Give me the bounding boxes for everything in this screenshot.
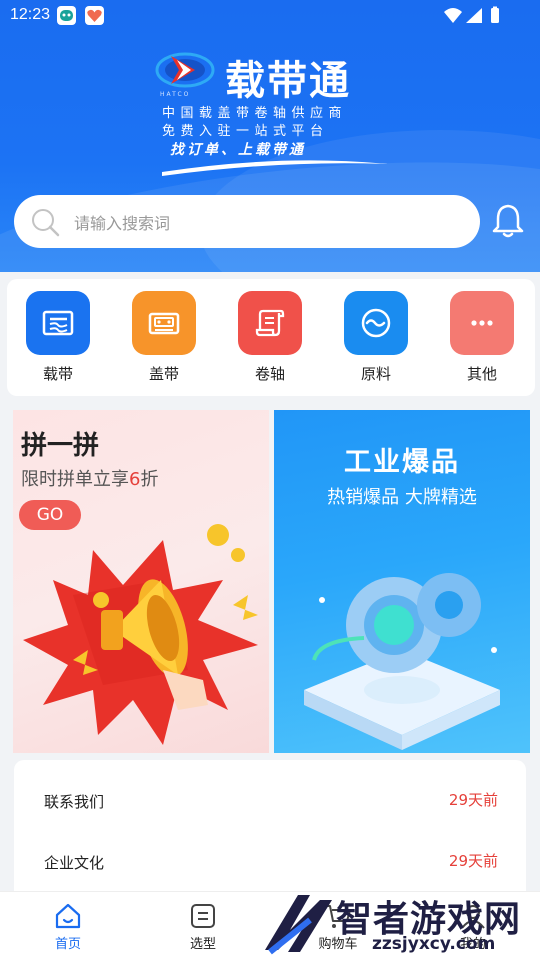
news-time: 29天前	[448, 852, 498, 870]
group-buy-subtitle: 限时拼单立享6折	[21, 465, 158, 491]
tape-icon	[26, 291, 90, 355]
news-title: 联系我们	[44, 793, 105, 811]
tagline: 免费入驻一站式平台	[162, 124, 329, 139]
category-label: 卷轴	[254, 365, 285, 383]
site-watermark: 智者游戏网 zzsjyxcy.com	[260, 890, 540, 960]
cassette-icon	[132, 291, 196, 355]
wifi-icon	[444, 8, 462, 23]
status-indicators	[442, 6, 512, 30]
category-item-cover-tape[interactable]: 盖带	[124, 291, 204, 391]
group-buy-banner[interactable]: 拼一拼 限时拼单立享6折 GO	[13, 410, 269, 753]
scroll-icon	[238, 291, 302, 355]
select-icon	[191, 904, 215, 928]
watermark-url: zzsjyxcy.com	[372, 934, 496, 954]
industrial-hot-banner[interactable]: 工业爆品 热销爆品 大牌精选	[274, 410, 530, 753]
list-item[interactable]: 联系我们 29天前	[44, 787, 498, 817]
tab-home[interactable]: 首页	[23, 902, 113, 952]
group-buy-subtitle-suffix: 折	[140, 469, 159, 490]
category-item-reel[interactable]: 卷轴	[230, 291, 310, 391]
slogan-swoosh	[162, 160, 388, 176]
more-icon	[450, 291, 514, 355]
watermark-logo-icon	[265, 895, 332, 955]
news-title: 企业文化	[44, 854, 105, 872]
tagline: 中国载盖带卷轴供应商	[162, 106, 348, 121]
category-item-material[interactable]: 原料	[336, 291, 416, 391]
brand-logo-subtext: HATCO	[160, 91, 191, 98]
category-item-other[interactable]: 其他	[442, 291, 522, 391]
bell-icon[interactable]	[491, 203, 525, 239]
search-input[interactable]: 请输入搜索词	[14, 195, 480, 248]
list-item[interactable]: 企业文化 29天前	[44, 848, 498, 878]
tab-label: 首页	[54, 937, 81, 952]
news-time: 29天前	[448, 791, 498, 809]
tab-select[interactable]: 选型	[158, 902, 248, 952]
status-bar: 12:23	[0, 0, 540, 32]
category-item-tape[interactable]: 载带	[18, 291, 98, 391]
search-placeholder: 请输入搜索词	[74, 214, 171, 233]
battery-icon	[491, 8, 499, 23]
material-icon	[344, 291, 408, 355]
app-notification-icon	[57, 6, 76, 25]
gears-illustration	[304, 573, 500, 750]
category-label: 其他	[466, 365, 497, 383]
category-grid: 载带 盖带 卷轴 原料 其他	[7, 279, 535, 396]
group-buy-title: 拼一拼	[21, 431, 100, 461]
cellular-icon	[466, 8, 482, 23]
brand-name: 载带通	[225, 58, 351, 104]
health-app-icon	[85, 6, 104, 25]
megaphone-illustration	[23, 524, 258, 745]
industrial-hot-subtitle: 热销爆品 大牌精选	[327, 487, 477, 508]
status-time: 12:23	[10, 6, 51, 23]
group-buy-subtitle-prefix: 限时拼单立享	[21, 469, 129, 490]
category-label: 盖带	[148, 365, 179, 383]
search-icon	[32, 209, 60, 237]
group-buy-discount: 6	[129, 469, 141, 490]
home-icon	[55, 903, 81, 929]
industrial-hot-title: 工业爆品	[344, 447, 460, 478]
category-label: 原料	[360, 365, 391, 383]
category-label: 载带	[42, 365, 73, 383]
tab-label: 选型	[189, 937, 216, 952]
brand-logo-icon	[155, 52, 215, 88]
